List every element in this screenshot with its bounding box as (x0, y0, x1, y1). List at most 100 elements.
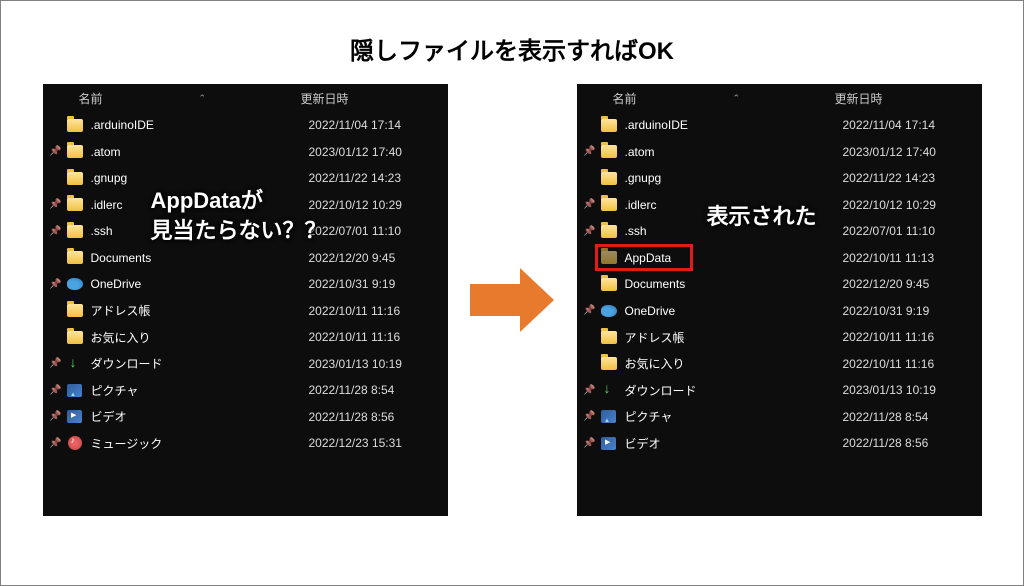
explorer-after: 名前⌃更新日時.arduinoIDE2022/11/04 17:14📌.atom… (577, 84, 982, 516)
file-row[interactable]: 📌ダウンロード2023/01/13 10:19 (43, 351, 448, 378)
date-column-header[interactable]: 更新日時 (301, 90, 349, 107)
pin-icon: 📌 (47, 385, 65, 396)
row-icon (599, 357, 619, 370)
file-row[interactable]: アドレス帳2022/10/11 11:16 (577, 324, 982, 351)
row-icon (65, 331, 85, 344)
file-row[interactable]: Documents2022/12/20 9:45 (43, 245, 448, 272)
file-name: ピクチャ (625, 408, 843, 425)
file-date: 2022/10/31 9:19 (309, 277, 396, 291)
content-row: 名前⌃更新日時.arduinoIDE2022/11/04 17:14📌.atom… (1, 84, 1023, 516)
pin-icon: 📌 (47, 358, 65, 369)
download-icon (68, 357, 82, 371)
row-icon (65, 225, 85, 238)
file-name: ピクチャ (91, 382, 309, 399)
file-row[interactable]: 📌 .atom2023/01/12 17:40 (577, 139, 982, 166)
file-name: Documents (91, 251, 309, 265)
date-column-header[interactable]: 更新日時 (835, 90, 883, 107)
file-row[interactable]: AppData2022/10/11 11:13 (577, 245, 982, 272)
file-date: 2022/10/11 11:16 (309, 304, 401, 318)
file-row[interactable]: アドレス帳2022/10/11 11:16 (43, 298, 448, 325)
sort-indicator-icon: ⌃ (733, 93, 741, 104)
file-name: お気に入り (625, 355, 843, 372)
folder-icon (67, 251, 83, 264)
row-icon (599, 251, 619, 264)
folder-icon (601, 357, 617, 370)
file-date: 2022/10/11 11:16 (309, 330, 401, 344)
video-icon (601, 437, 616, 450)
file-date: 2022/12/20 9:45 (309, 251, 396, 265)
file-row[interactable]: 📌ミュージック2022/12/23 15:31 (43, 430, 448, 457)
file-date: 2022/10/11 11:16 (843, 330, 935, 344)
file-date: 2022/11/04 17:14 (843, 118, 936, 132)
file-row[interactable]: 📌ダウンロード2023/01/13 10:19 (577, 377, 982, 404)
pin-icon: 📌 (47, 279, 65, 290)
column-header[interactable]: 名前⌃更新日時 (43, 84, 448, 112)
pictures-icon (67, 384, 82, 397)
row-icon (599, 225, 619, 238)
file-row[interactable]: Documents2022/12/20 9:45 (577, 271, 982, 298)
row-icon (65, 172, 85, 185)
folder-icon (601, 198, 617, 211)
folder-icon (67, 198, 83, 211)
hidden-folder-icon (601, 251, 617, 264)
pictures-icon (601, 410, 616, 423)
folder-icon (67, 331, 83, 344)
file-name: OneDrive (625, 304, 843, 318)
file-row[interactable]: 📌ビデオ2022/11/28 8:56 (577, 430, 982, 457)
row-icon (65, 436, 85, 450)
file-date: 2022/11/22 14:23 (843, 171, 936, 185)
file-row[interactable]: 📌 OneDrive2022/10/31 9:19 (43, 271, 448, 298)
file-name: .atom (91, 145, 309, 159)
row-icon (599, 172, 619, 185)
name-column-label: 名前 (79, 90, 103, 107)
pin-icon: 📌 (581, 438, 599, 449)
file-date: 2022/07/01 11:10 (843, 224, 936, 238)
file-date: 2022/11/28 8:56 (309, 410, 395, 424)
file-name: アドレス帳 (625, 329, 843, 346)
file-name: AppData (625, 251, 843, 265)
file-row[interactable]: 📌.atom2023/01/12 17:40 (43, 139, 448, 166)
file-row[interactable]: お気に入り2022/10/11 11:16 (577, 351, 982, 378)
file-name: OneDrive (91, 277, 309, 291)
file-row[interactable]: お気に入り2022/10/11 11:16 (43, 324, 448, 351)
pin-icon: 📌 (581, 385, 599, 396)
name-column-header[interactable]: 名前⌃ (613, 90, 835, 107)
row-icon (65, 410, 85, 423)
page-title: 隠しファイルを表示すればOK (1, 1, 1023, 84)
file-row[interactable]: 📌ビデオ2022/11/28 8:56 (43, 404, 448, 431)
file-row[interactable]: .arduinoIDE2022/11/04 17:14 (577, 112, 982, 139)
file-date: 2022/11/28 8:54 (843, 410, 929, 424)
file-date: 2022/10/12 10:29 (843, 198, 936, 212)
file-date: 2022/11/28 8:56 (843, 436, 929, 450)
file-row[interactable]: .arduinoIDE2022/11/04 17:14 (43, 112, 448, 139)
file-row[interactable]: 📌OneDrive2022/10/31 9:19 (577, 298, 982, 325)
file-date: 2023/01/12 17:40 (843, 145, 936, 159)
row-icon (65, 198, 85, 211)
file-name: .arduinoIDE (625, 118, 843, 132)
file-row[interactable]: 📌ピクチャ2022/11/28 8:54 (43, 377, 448, 404)
pin-icon: 📌 (581, 411, 599, 422)
file-row[interactable]: .gnupg2022/11/22 14:23 (577, 165, 982, 192)
file-name: Documents (625, 277, 843, 291)
pin-icon: 📌 (47, 411, 65, 422)
folder-icon (601, 172, 617, 185)
explorer-before: 名前⌃更新日時.arduinoIDE2022/11/04 17:14📌.atom… (43, 84, 448, 516)
file-date: 2022/12/20 9:45 (843, 277, 930, 291)
name-column-header[interactable]: 名前⌃ (79, 90, 301, 107)
file-name: ダウンロード (91, 355, 309, 372)
row-icon (65, 304, 85, 317)
row-icon (65, 119, 85, 132)
file-name: .atom (625, 145, 843, 159)
row-icon (599, 437, 619, 450)
folder-icon (67, 225, 83, 238)
column-header[interactable]: 名前⌃更新日時 (577, 84, 982, 112)
file-name: ダウンロード (625, 382, 843, 399)
folder-icon (601, 119, 617, 132)
pin-icon: 📌 (581, 146, 599, 157)
row-icon (599, 278, 619, 291)
file-name: .arduinoIDE (91, 118, 309, 132)
pin-icon: 📌 (47, 146, 65, 157)
file-row[interactable]: 📌 ピクチャ2022/11/28 8:54 (577, 404, 982, 431)
folder-icon (67, 119, 83, 132)
onedrive-icon (67, 278, 83, 290)
